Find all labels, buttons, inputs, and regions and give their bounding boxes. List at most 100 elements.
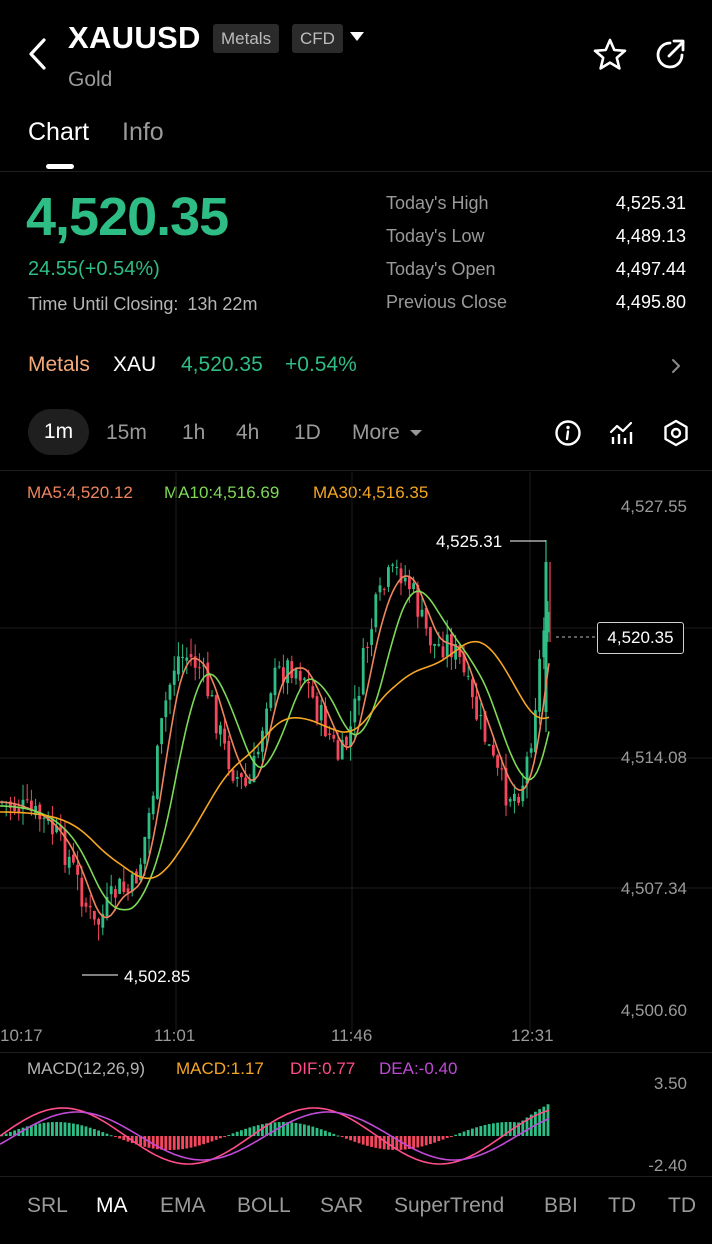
ma10-line (0, 590, 550, 911)
candle-body-22 (93, 910, 96, 920)
stat-value-open: 4,497.44 (615, 259, 686, 279)
tab-chart[interactable]: Chart (28, 118, 89, 147)
macd-bar-74 (311, 1126, 315, 1136)
candle-body-92 (387, 567, 390, 587)
y-tick-2: 4,514.08 (620, 748, 687, 767)
candle-body-128 (538, 658, 541, 712)
candle-body-73 (307, 681, 310, 684)
candle-body-95 (399, 568, 403, 584)
macd-bar-19 (80, 1125, 84, 1136)
candle-body-35 (147, 813, 151, 839)
macd-bar-42 (177, 1136, 180, 1150)
candle-body-41 (172, 670, 176, 685)
indicator-td-2[interactable]: TD (668, 1194, 696, 1218)
candle-body-20 (84, 902, 88, 907)
candle-body-85 (357, 695, 361, 701)
market-category[interactable]: Metals (28, 353, 90, 377)
indicators-icon[interactable] (607, 418, 637, 448)
stat-label-open: Today's Open (386, 259, 496, 279)
macd-bar-50 (210, 1136, 214, 1142)
timeframe-more[interactable]: More (352, 421, 423, 445)
macd-bar-115 (483, 1124, 487, 1136)
macd-bar-103 (433, 1136, 436, 1143)
macd-bar-22 (93, 1129, 96, 1136)
candle-body-44 (185, 657, 189, 661)
macd-bar-16 (67, 1122, 71, 1136)
macd-chart[interactable] (0, 1080, 712, 1176)
candle-body-70 (294, 669, 298, 679)
market-symbol[interactable]: XAU (113, 353, 156, 377)
indicator-td[interactable]: TD (608, 1194, 636, 1218)
candle-body-89 (374, 594, 378, 628)
macd-bar-1 (4, 1133, 8, 1136)
macd-bar-27 (114, 1136, 117, 1137)
x-tick-2: 11:01 (154, 1026, 196, 1045)
candle-body-82 (345, 736, 348, 746)
indicator-ma[interactable]: MA (96, 1194, 128, 1218)
tab-info[interactable]: Info (122, 118, 164, 147)
macd-bar-85 (357, 1136, 361, 1144)
time-until-closing: Time Until Closing: 13h 22m (28, 294, 257, 315)
macd-bar-110 (462, 1131, 466, 1136)
candle-body-28 (118, 878, 121, 894)
macd-bar-105 (441, 1136, 445, 1140)
high-marker-label: 4,525.31 (436, 532, 503, 551)
dropdown-caret-icon[interactable] (348, 30, 366, 44)
y-tick-3: 4,507.34 (620, 879, 687, 898)
candle-body-57 (240, 773, 243, 778)
timeframe-1h[interactable]: 1h (182, 421, 205, 445)
macd-bar-36 (151, 1136, 155, 1149)
macd-bar-69 (290, 1122, 294, 1136)
candle-body-84 (353, 698, 357, 723)
candle-body-94 (395, 567, 399, 569)
macd-bar-83 (349, 1136, 352, 1141)
price-chart[interactable] (0, 472, 712, 1052)
macd-bar-39 (164, 1136, 168, 1150)
macd-bar-73 (307, 1125, 310, 1136)
candle-body-91 (382, 588, 386, 590)
macd-bar-119 (500, 1122, 504, 1136)
macd-bar-84 (353, 1136, 357, 1142)
macd-bar-76 (319, 1129, 323, 1136)
timeframe-15m[interactable]: 15m (106, 421, 147, 445)
candle-body-118 (496, 755, 499, 768)
indicator-srl[interactable]: SRL (27, 1194, 68, 1218)
macd-bar-70 (294, 1122, 298, 1136)
dea-value: DEA:-0.40 (379, 1059, 458, 1078)
candle-body-16 (67, 856, 71, 868)
chevron-right-icon[interactable] (668, 356, 684, 376)
candle-body-17 (72, 854, 75, 863)
candle-body-79 (332, 735, 336, 739)
macd-title: MACD(12,26,9) (27, 1059, 146, 1078)
macd-bar-96 (403, 1136, 407, 1150)
price-change: 24.55(+0.54%) (28, 258, 160, 280)
timeframe-1d[interactable]: 1D (294, 421, 321, 445)
stat-label-high: Today's High (386, 193, 489, 213)
indicator-sar[interactable]: SAR (320, 1194, 363, 1218)
indicator-supertrend[interactable]: SuperTrend (394, 1194, 504, 1218)
candle-body-121 (508, 798, 512, 802)
timeframe-4h[interactable]: 4h (236, 421, 259, 445)
candle-body-26 (109, 886, 113, 895)
star-icon[interactable] (592, 37, 628, 73)
timeframe-1m[interactable]: 1m (28, 409, 89, 455)
macd-bar-13 (55, 1122, 58, 1136)
macd-bar-11 (46, 1122, 50, 1136)
candle-body-104 (437, 643, 441, 646)
macd-bar-48 (202, 1136, 205, 1145)
low-marker-label: 4,502.85 (124, 967, 191, 986)
candle-body-78 (328, 733, 331, 735)
indicator-bbi[interactable]: BBI (544, 1194, 578, 1218)
macd-bar-71 (298, 1123, 302, 1136)
back-icon[interactable] (22, 34, 56, 74)
indicator-ema[interactable]: EMA (160, 1194, 206, 1218)
candle-body-114 (479, 715, 483, 717)
settings-icon[interactable] (661, 418, 691, 448)
macd-bar-79 (332, 1133, 336, 1136)
stat-value-prev-close: 4,495.80 (615, 292, 686, 312)
share-icon[interactable] (652, 37, 688, 73)
indicator-boll[interactable]: BOLL (237, 1194, 291, 1218)
info-icon[interactable] (553, 418, 583, 448)
candle-body-87 (366, 646, 369, 648)
candle-body-117 (492, 744, 495, 756)
